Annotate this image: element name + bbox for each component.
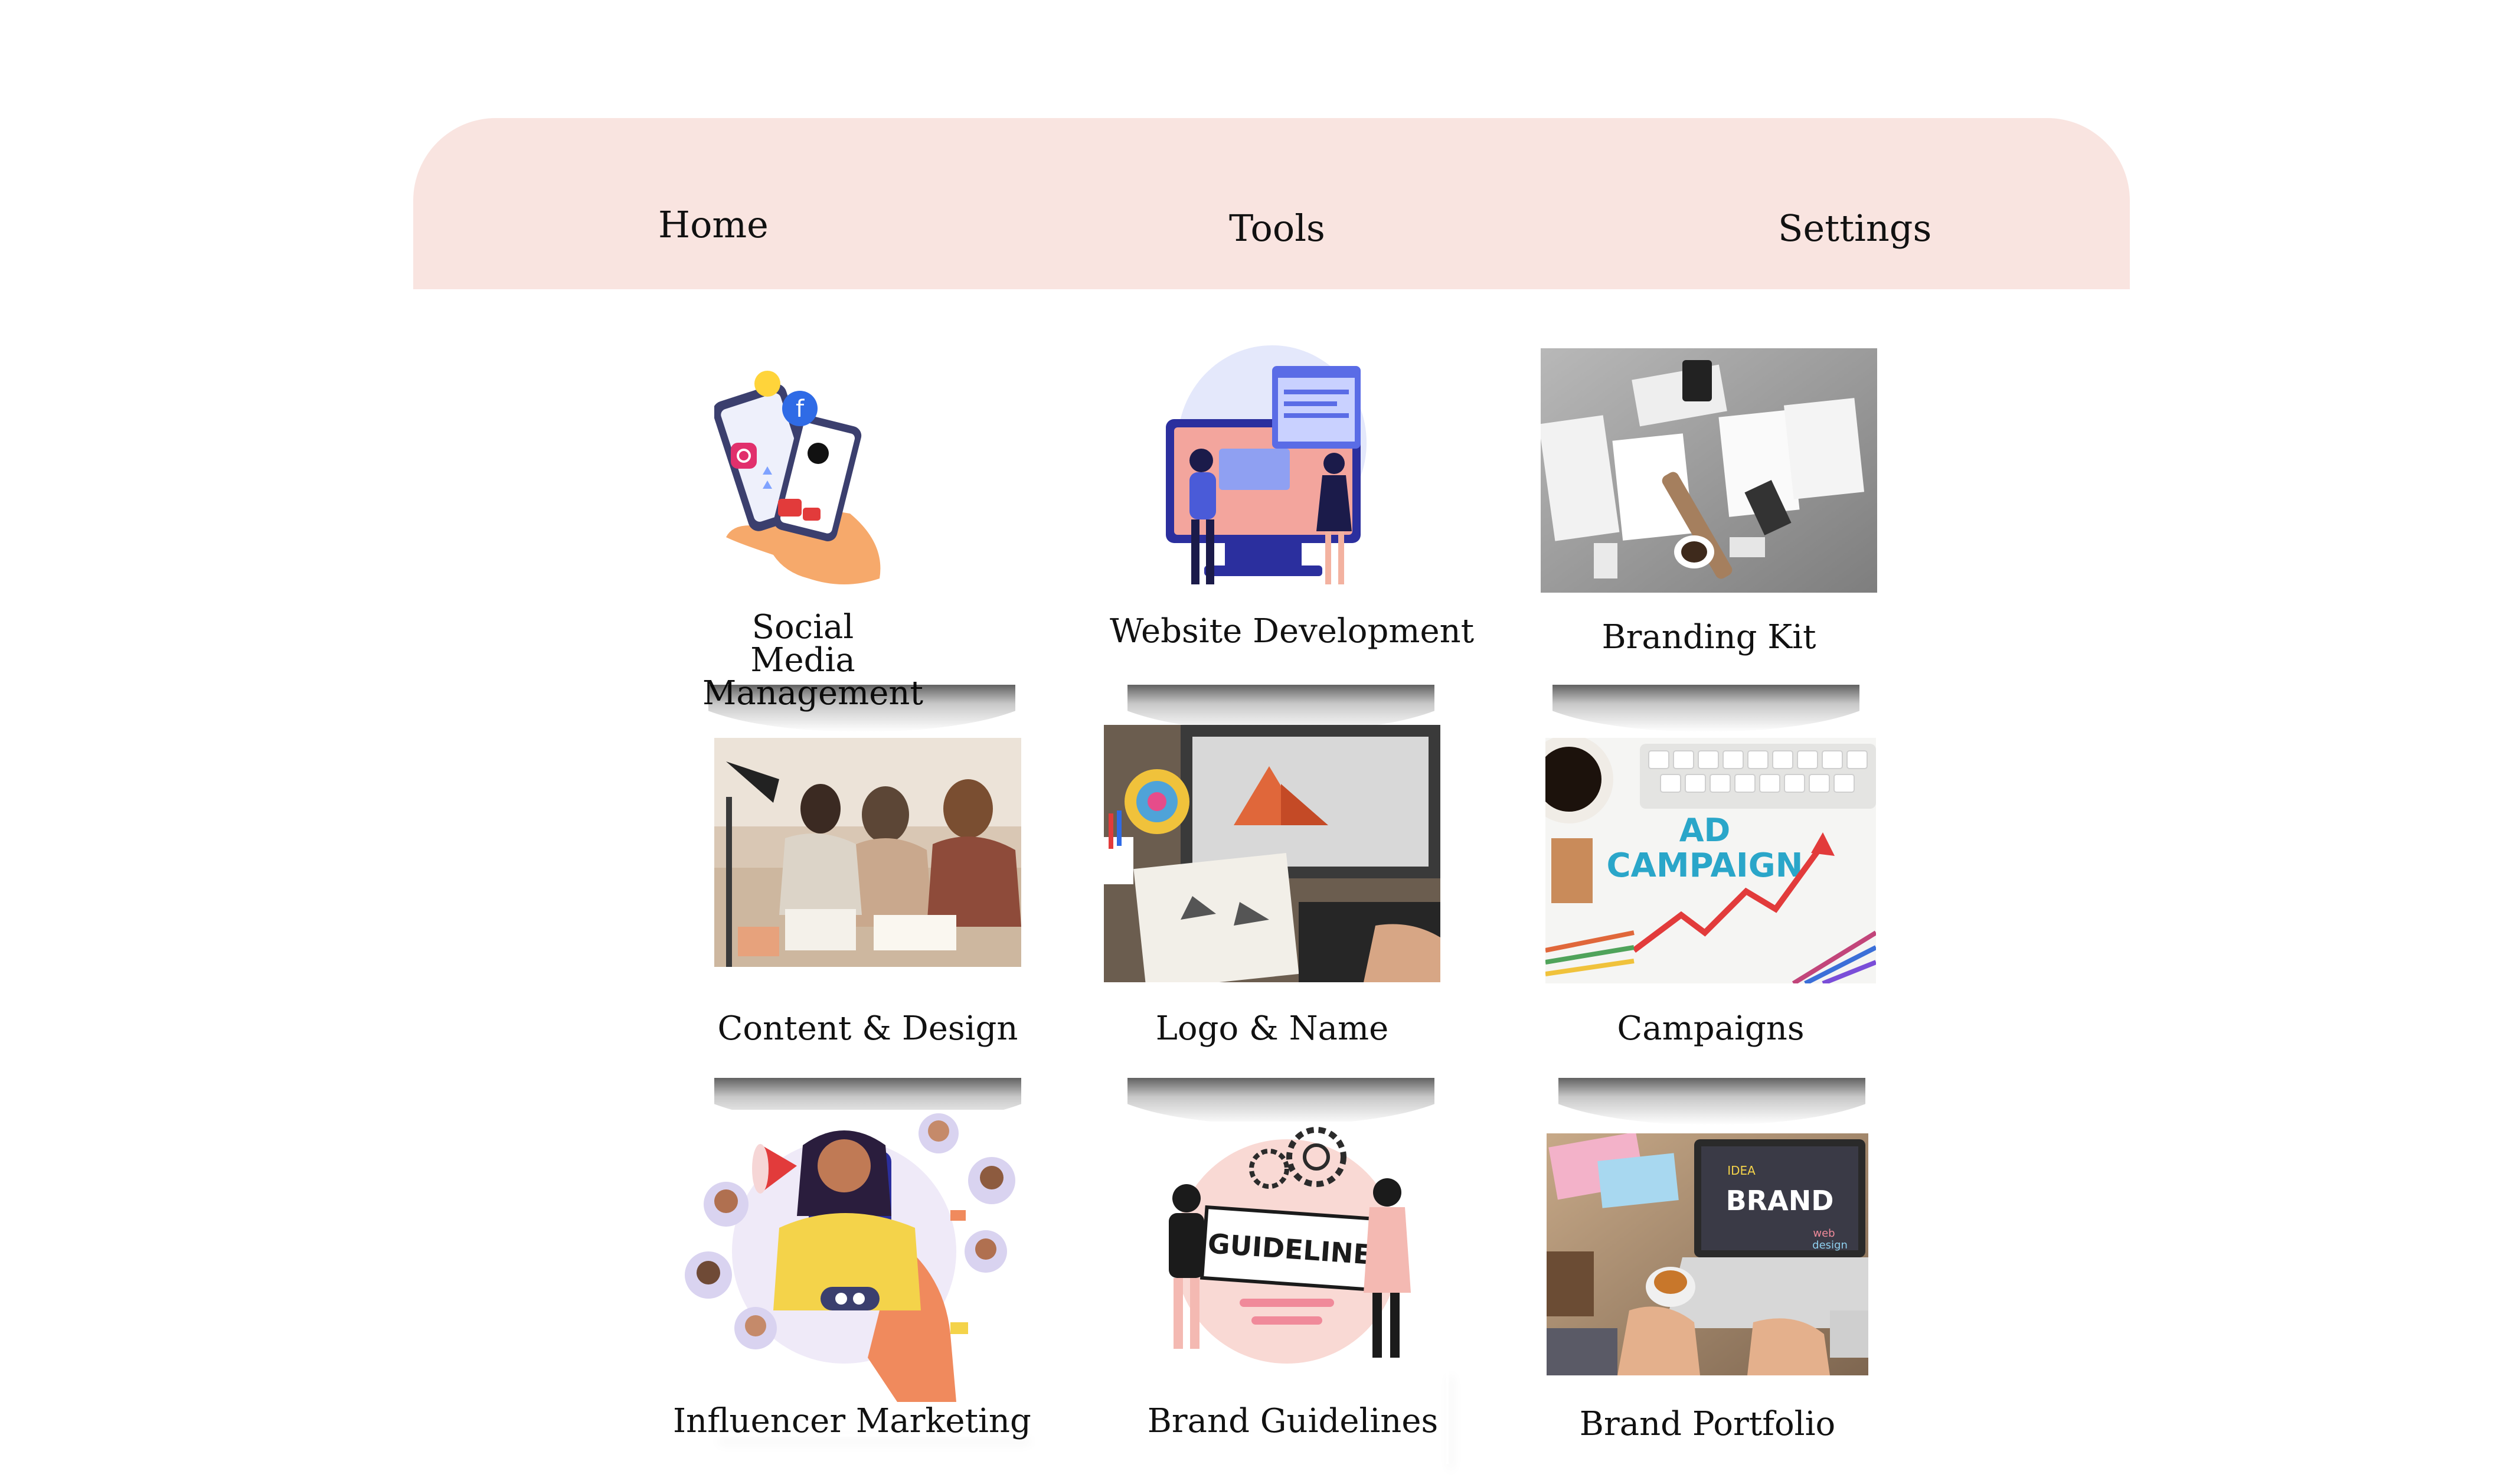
ad-campaign-photo: AD CAMPAIGN bbox=[1545, 738, 1876, 983]
tile-label-brand-portfolio: Brand Portfolio bbox=[1579, 1405, 1836, 1443]
tile-separator-shadow bbox=[1127, 1078, 1434, 1125]
tile-website-development[interactable]: Website Development bbox=[1110, 342, 1475, 679]
tile-campaigns[interactable]: AD CAMPAIGN Campaigns bbox=[1535, 738, 1877, 1051]
nav-home-link[interactable]: Home bbox=[658, 207, 769, 243]
tile-social-media-management[interactable]: f Social Media Management bbox=[702, 342, 923, 710]
tile-influencer-marketing[interactable]: Influencer Marketing bbox=[673, 1110, 1031, 1440]
brand-screen-text: BRAND bbox=[1726, 1185, 1834, 1217]
tile-separator-shadow bbox=[1558, 1078, 1865, 1125]
ad-campaign-line1: AD bbox=[1679, 812, 1731, 849]
tile-separator-shadow bbox=[1552, 685, 1859, 732]
tile-logo-name[interactable]: Logo & Name bbox=[1104, 725, 1440, 1051]
nav-tools-link[interactable]: Tools bbox=[1229, 210, 1325, 247]
brand-portfolio-photo: BRAND IDEA web design bbox=[1547, 1133, 1868, 1375]
svg-text:f: f bbox=[796, 395, 805, 423]
branding-kit-photo bbox=[1541, 348, 1877, 593]
logo-sketching-photo bbox=[1104, 725, 1440, 982]
tile-content-design[interactable]: Content & Design bbox=[714, 738, 1021, 1051]
content-design-team-photo bbox=[714, 738, 1021, 967]
top-navigation-bar: Home Tools Settings bbox=[413, 118, 2130, 289]
tile-label-campaigns: Campaigns bbox=[1617, 1009, 1805, 1048]
nav-settings-link[interactable]: Settings bbox=[1778, 210, 1931, 247]
website-development-illustration bbox=[1154, 342, 1372, 596]
social-media-phone-illustration: f bbox=[714, 366, 891, 590]
tile-label-branding-kit: Branding Kit bbox=[1601, 618, 1816, 656]
tile-label-website-development: Website Development bbox=[1110, 612, 1475, 651]
tile-label-influencer-marketing: Influencer Marketing bbox=[673, 1402, 1031, 1440]
brand-idea-text: IDEA bbox=[1727, 1163, 1756, 1178]
tile-branding-kit[interactable]: Branding Kit bbox=[1535, 348, 1877, 679]
brand-guidelines-illustration: GUIDELINE bbox=[1151, 1122, 1423, 1375]
brand-design-text: design bbox=[1812, 1239, 1848, 1251]
tile-brand-portfolio[interactable]: BRAND IDEA web design Brand Portfolio bbox=[1535, 1133, 1877, 1443]
influencer-marketing-illustration bbox=[673, 1110, 1027, 1402]
ad-campaign-line2: CAMPAIGN bbox=[1606, 846, 1803, 885]
tile-label-content-design: Content & Design bbox=[717, 1009, 1018, 1048]
tile-brand-guidelines[interactable]: GUIDELINE Brand Guidelines bbox=[1133, 1122, 1452, 1440]
brand-web-text: web bbox=[1813, 1227, 1835, 1240]
tile-label-logo-name: Logo & Name bbox=[1155, 1009, 1389, 1048]
tile-label-social-media-management: Social Media Management bbox=[702, 608, 923, 712]
tile-label-brand-guidelines: Brand Guidelines bbox=[1147, 1402, 1439, 1440]
